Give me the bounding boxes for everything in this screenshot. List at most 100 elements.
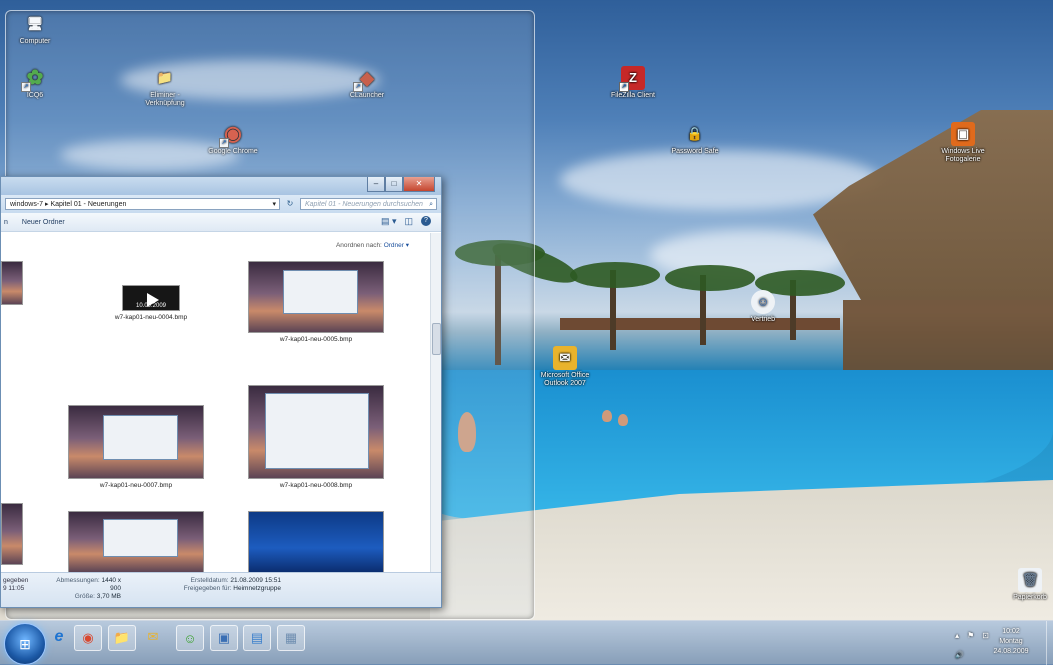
shared-label: Freigegeben für:	[183, 585, 232, 592]
taskbar-explorer-button[interactable]: 📁	[108, 625, 136, 651]
notes-icon: ▣	[217, 630, 231, 645]
chrome-icon: ◉	[82, 630, 94, 645]
file-name: w7-kap01-neu-0008.bmp	[279, 482, 353, 489]
maximize-button[interactable]: □	[385, 177, 403, 192]
clock-date: 24.08.2009	[993, 648, 1029, 655]
preview-pane-icon[interactable]: ◫	[404, 216, 413, 227]
refresh-icon[interactable]: ↻	[284, 198, 296, 210]
internet-explorer-icon: e	[54, 628, 64, 645]
show-desktop-button[interactable]	[1046, 621, 1053, 665]
created-value: 21.08.2009 15:51	[230, 577, 281, 584]
explorer-window[interactable]: – □ ✕ windows-7 ▸ Kapitel 01 - Neuerunge…	[0, 176, 442, 608]
file-item[interactable]	[246, 511, 386, 576]
desktop-icon-password-safe[interactable]: 🔒 Password Safe	[660, 122, 730, 156]
desktop-icon-label: Vertrieb	[750, 316, 776, 323]
desktop-icon-vertrieb[interactable]: ☺ Vertrieb	[728, 290, 798, 324]
address-bar-row: windows-7 ▸ Kapitel 01 - Neuerungen ▾ ↻ …	[1, 195, 441, 213]
details-partial: gegeben 9 11:05	[3, 577, 28, 593]
video-thumbnail: 10.09.2009	[122, 285, 180, 311]
taskbar-messenger-button[interactable]: ▤	[243, 625, 271, 651]
size-label: Größe:	[74, 593, 95, 600]
desktop-icon-label: FileZilla Client	[611, 92, 655, 99]
search-input[interactable]: Kapitel 01 - Neuerungen durchsuchen ⌕	[300, 198, 437, 210]
lock-icon: 🔒	[686, 126, 704, 141]
image-thumbnail	[248, 385, 384, 479]
clock[interactable]: 10:02 Montag 24.08.2009	[987, 627, 1035, 657]
breadcrumb[interactable]: windows-7 ▸ Kapitel 01 - Neuerungen	[10, 199, 126, 209]
file-item[interactable]: w7-kap01-neu-0007.bmp	[66, 405, 206, 489]
explorer-titlebar[interactable]: – □ ✕	[1, 177, 441, 195]
desktop-icon-label: Password Safe	[671, 148, 719, 155]
scrollbar-thumb[interactable]	[432, 323, 441, 355]
messenger-icon: ▤	[250, 630, 264, 645]
recycle-bin-icon: 🗑	[1018, 568, 1042, 592]
taskbar-icq-button[interactable]: ☺	[176, 625, 204, 651]
taskbar-notes-button[interactable]: ▣	[210, 625, 238, 651]
taskbar-outlook-button[interactable]: ✉	[140, 625, 166, 649]
desktop-icon-outlook[interactable]: ✉ Microsoft Office Outlook 2007	[530, 346, 600, 388]
photo-gallery-icon: ▣	[951, 122, 975, 146]
file-name: w7-kap01-neu-0004.bmp	[114, 314, 188, 321]
dimensions-value: 1440 x 900	[101, 577, 121, 592]
outlook-icon: ✉	[147, 629, 159, 644]
arrange-by: Anordnen nach: Ordner ▾	[336, 241, 409, 249]
taskbar-chrome-button[interactable]: ◉	[74, 625, 102, 651]
dimensions-label: Abmessungen:	[56, 577, 100, 584]
desktop-icon-label: Windows Live Fotogalerie	[941, 148, 985, 163]
file-item[interactable]: w7-kap01-neu-0005.bmp	[246, 261, 386, 343]
details-partial-line: 9 11:05	[3, 585, 25, 592]
show-hidden-icons-icon[interactable]: ▴	[955, 631, 959, 640]
vertical-scrollbar[interactable]	[430, 233, 441, 573]
image-thumbnail	[68, 511, 204, 573]
desktop-icon-label: Microsoft Office Outlook 2007	[540, 372, 590, 387]
close-button[interactable]: ✕	[403, 177, 435, 192]
taskbar-ie-button[interactable]: e	[46, 625, 72, 649]
file-item[interactable]: w7-kap01-neu-0008.bmp	[246, 385, 386, 489]
icq-icon: ☺	[183, 630, 197, 646]
document-icon: ▦	[284, 630, 298, 645]
file-name: w7-kap01-neu-0007.bmp	[99, 482, 173, 489]
taskbar: ⊞ e ◉ 📁 ✉ ☺ ▣ ▤ ▦ ▴ ⚑ ⊡ 🔊 10:02 Montag 2…	[0, 620, 1053, 665]
help-icon[interactable]: ?	[421, 216, 431, 226]
image-thumbnail	[248, 511, 384, 573]
new-folder-button[interactable]: Neuer Ordner	[22, 219, 65, 226]
action-center-flag-icon[interactable]: ⚑	[967, 631, 974, 640]
file-thumbnail-partial[interactable]	[1, 503, 23, 568]
filezilla-icon: Z ↗	[619, 66, 645, 92]
minimize-button[interactable]: –	[367, 177, 385, 192]
search-icon: ⌕	[429, 201, 433, 208]
outlook-icon: ✉	[553, 346, 577, 370]
arrange-by-dropdown[interactable]: Ordner ▾	[384, 242, 409, 249]
created-label: Erstelldatum:	[190, 577, 229, 584]
contact-icon: ☺	[751, 290, 775, 314]
file-name: w7-kap01-neu-0005.bmp	[279, 336, 353, 343]
image-thumbnail	[1, 503, 23, 565]
desktop-icon-fotogalerie[interactable]: ▣ Windows Live Fotogalerie	[928, 122, 998, 164]
toolbar-item-partial[interactable]: n	[4, 219, 8, 226]
shared-value: Heimnetzgruppe	[233, 585, 281, 592]
command-bar: n Neuer Ordner ▤ ▾ ◫ ?	[1, 213, 441, 232]
file-thumbnail-partial[interactable]	[1, 261, 23, 308]
details-dimensions-size: Abmessungen: 1440 x 900 Größe: 3,70 MB	[51, 577, 121, 601]
thumbnail-date: 10.09.2009	[135, 303, 167, 309]
desktop-icon-recycle-bin[interactable]: 🗑 Papierkorb	[995, 568, 1053, 602]
volume-icon[interactable]: 🔊	[955, 651, 964, 659]
file-list: Anordnen nach: Ordner ▾ 10.09.2009 w7-ka…	[1, 233, 431, 573]
details-partial-line: gegeben	[3, 577, 29, 584]
image-thumbnail	[248, 261, 384, 333]
details-created-shared: Erstelldatum: 21.08.2009 15:51 Freigegeb…	[176, 577, 281, 593]
clock-day: Montag	[999, 638, 1023, 645]
change-view-icon[interactable]: ▤ ▾	[381, 216, 397, 227]
taskbar-document-button[interactable]: ▦	[277, 625, 305, 651]
start-button[interactable]: ⊞	[4, 623, 46, 665]
shortcut-arrow-icon: ↗	[619, 82, 629, 92]
clock-time: 10:02	[1002, 628, 1020, 635]
windows-logo-icon: ⊞	[19, 635, 31, 652]
desktop-icon-filezilla[interactable]: Z ↗ FileZilla Client	[598, 66, 668, 100]
file-item[interactable]	[66, 511, 206, 576]
file-item[interactable]: 10.09.2009 w7-kap01-neu-0004.bmp	[86, 275, 216, 321]
address-bar[interactable]: windows-7 ▸ Kapitel 01 - Neuerungen ▾	[5, 198, 280, 210]
address-dropdown-icon[interactable]: ▾	[272, 199, 279, 209]
image-thumbnail	[68, 405, 204, 479]
folder-icon: 📁	[113, 630, 131, 645]
